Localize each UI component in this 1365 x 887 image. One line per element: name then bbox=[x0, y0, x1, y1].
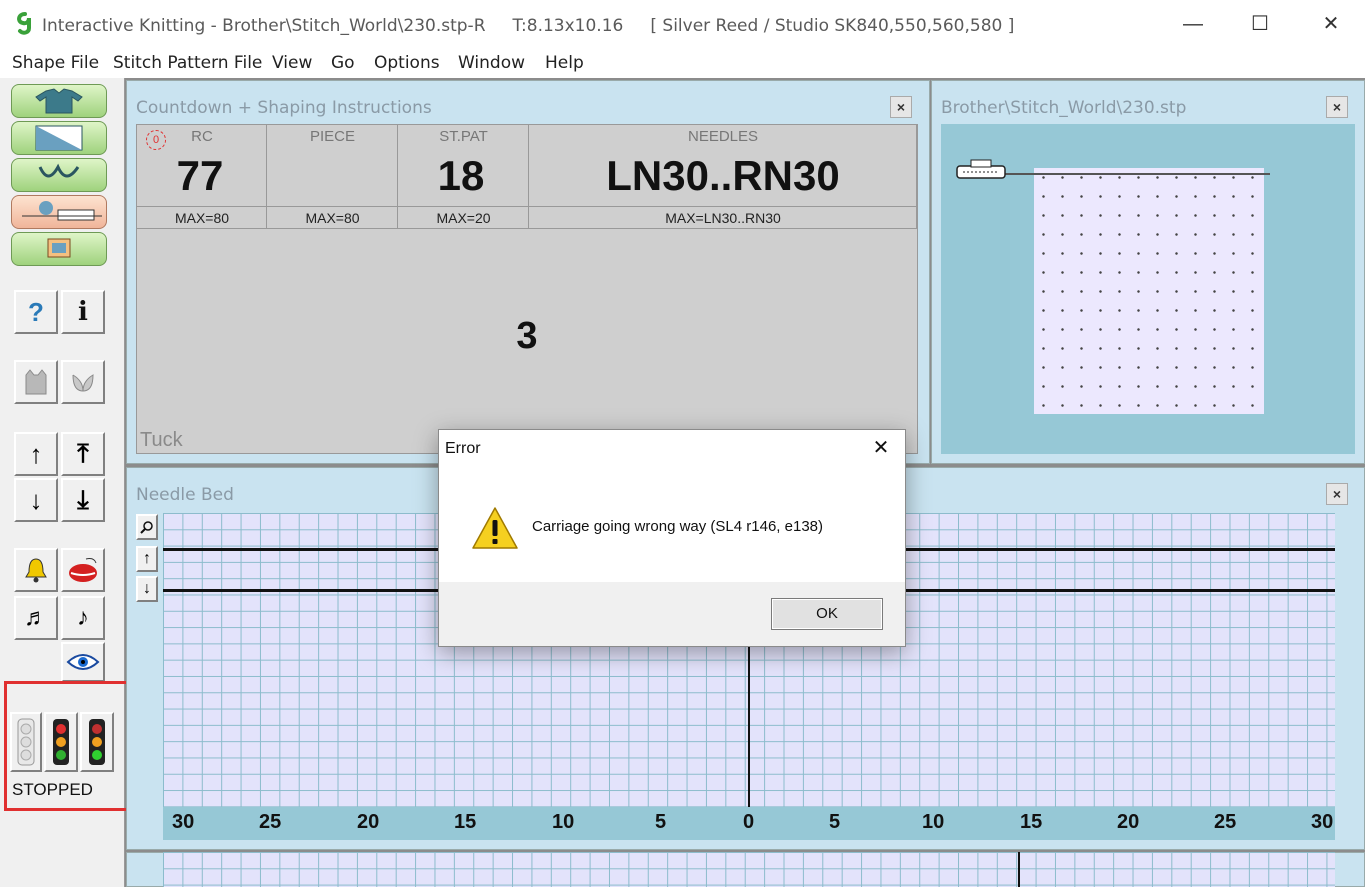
picture-button[interactable] bbox=[11, 232, 107, 266]
menu-window[interactable]: Window bbox=[458, 53, 525, 73]
scroll-down-button[interactable]: ↓ bbox=[136, 576, 158, 602]
needles-max: MAX=LN30..RN30 bbox=[665, 210, 781, 226]
status-label: STOPPED bbox=[12, 780, 93, 799]
countdown-close-button[interactable]: × bbox=[890, 96, 912, 118]
menu-shape-file[interactable]: Shape File bbox=[12, 53, 99, 73]
stitch-mode-label: Tuck bbox=[140, 429, 183, 451]
error-message: Carriage going wrong way (SL4 r146, e138… bbox=[532, 518, 823, 535]
piece-max: MAX=80 bbox=[305, 210, 360, 226]
stpat-label: ST.PAT bbox=[439, 128, 488, 145]
traffic-light-off-button[interactable] bbox=[10, 712, 42, 772]
traffic-light-off-icon bbox=[17, 718, 35, 766]
menu-stitch-pattern-file[interactable]: Stitch Pattern File bbox=[113, 53, 262, 73]
carriage-icon bbox=[22, 201, 102, 221]
shaping-chart-button[interactable] bbox=[11, 121, 107, 155]
carriage-preview-icon bbox=[956, 159, 1006, 179]
preview-panel-title: Brother\Stitch_World\230.stp bbox=[941, 98, 1187, 118]
leaf-pattern-icon bbox=[38, 163, 80, 178]
picture-icon bbox=[47, 238, 71, 258]
needle-number: 20 bbox=[1117, 811, 1140, 833]
sweater-icon bbox=[35, 88, 83, 114]
preview-close-button[interactable]: × bbox=[1326, 96, 1348, 118]
vest-icon bbox=[25, 369, 47, 395]
rc-label: RC bbox=[191, 128, 213, 145]
needle-number: 10 bbox=[552, 811, 575, 833]
carriage-rail bbox=[1004, 173, 1270, 175]
zoom-button[interactable] bbox=[136, 514, 158, 540]
dialog-close-button[interactable]: ✕ bbox=[869, 436, 893, 460]
countdown-panel-title: Countdown + Shaping Instructions bbox=[136, 98, 432, 118]
needle-number: 15 bbox=[1020, 811, 1043, 833]
help-button[interactable]: ? bbox=[14, 290, 58, 334]
needle-number: 30 bbox=[1311, 811, 1334, 833]
rc-value: 77 bbox=[176, 152, 224, 199]
needle-number: 15 bbox=[454, 811, 477, 833]
stitch-pattern-button[interactable] bbox=[11, 158, 107, 192]
speech-button[interactable] bbox=[61, 548, 105, 592]
needle-number: 25 bbox=[259, 811, 282, 833]
row-top-button[interactable]: ⤒ bbox=[61, 432, 105, 476]
row-up-button[interactable]: ↑ bbox=[14, 432, 58, 476]
traffic-light-icon bbox=[53, 719, 69, 765]
menu-help[interactable]: Help bbox=[545, 53, 584, 73]
needles-label: NEEDLES bbox=[687, 128, 759, 145]
needle-number: 20 bbox=[357, 811, 380, 833]
needle-number: 5 bbox=[829, 811, 841, 833]
eye-icon bbox=[66, 654, 100, 670]
lips-speech-icon bbox=[69, 558, 97, 582]
ok-button[interactable]: OK bbox=[771, 598, 883, 630]
center-line bbox=[748, 646, 750, 807]
menu-options[interactable]: Options bbox=[374, 53, 440, 73]
traffic-light-stop-button[interactable] bbox=[44, 712, 78, 772]
warning-icon bbox=[472, 507, 518, 549]
stpat-max: MAX=20 bbox=[436, 210, 491, 226]
vest-button[interactable] bbox=[14, 360, 58, 404]
close-window-button[interactable]: ✕ bbox=[1321, 14, 1341, 34]
window-title: Interactive Knitting - Brother\Stitch_Wo… bbox=[42, 16, 1015, 36]
error-dialog: Error ✕ Carriage going wrong way (SL4 r1… bbox=[438, 429, 906, 647]
needles-value: LN30..RN30 bbox=[606, 152, 840, 199]
rc-max: MAX=80 bbox=[174, 210, 230, 226]
needle-number: 30 bbox=[172, 811, 195, 833]
row-down-button[interactable]: ↓ bbox=[14, 478, 58, 522]
pattern-swatch bbox=[1034, 168, 1264, 414]
traffic-light-green-icon bbox=[89, 719, 105, 765]
needle-number: 0 bbox=[743, 811, 755, 833]
music-button[interactable]: ♬ bbox=[14, 596, 58, 640]
eye-button[interactable] bbox=[61, 642, 105, 682]
lower-needle-grid bbox=[163, 852, 1335, 887]
needle-number: 5 bbox=[655, 811, 667, 833]
piece-label: PIECE bbox=[309, 128, 355, 145]
menu-go[interactable]: Go bbox=[331, 53, 355, 73]
note-button[interactable]: ♪ bbox=[61, 596, 105, 640]
app-logo-icon bbox=[17, 12, 31, 35]
countdown-big-number: 3 bbox=[516, 315, 538, 357]
lower-center-line bbox=[1018, 852, 1020, 887]
knitting-machine-button[interactable] bbox=[11, 195, 107, 229]
shaping-chart-icon bbox=[35, 125, 83, 151]
needle-number: 25 bbox=[1214, 811, 1237, 833]
minimize-button[interactable]: — bbox=[1183, 14, 1203, 34]
menu-view[interactable]: View bbox=[272, 53, 312, 73]
bell-icon bbox=[25, 558, 47, 583]
scroll-up-button[interactable]: ↑ bbox=[136, 546, 158, 572]
needle-number: 10 bbox=[922, 811, 945, 833]
stpat-value: 18 bbox=[437, 152, 485, 199]
magnifier-icon bbox=[140, 521, 153, 534]
dialog-title: Error bbox=[445, 440, 481, 457]
bell-button[interactable] bbox=[14, 548, 58, 592]
needle-bed-title: Needle Bed bbox=[136, 485, 234, 505]
leaf-icon bbox=[72, 374, 94, 392]
row-bottom-button[interactable]: ⤓ bbox=[61, 478, 105, 522]
info-button[interactable]: i bbox=[61, 290, 105, 334]
maximize-button[interactable]: ☐ bbox=[1250, 14, 1270, 34]
needle-bed-close-button[interactable]: × bbox=[1326, 483, 1348, 505]
sweater-shape-button[interactable] bbox=[11, 84, 107, 118]
traffic-light-go-button[interactable] bbox=[80, 712, 114, 772]
leaf-button[interactable] bbox=[61, 360, 105, 404]
